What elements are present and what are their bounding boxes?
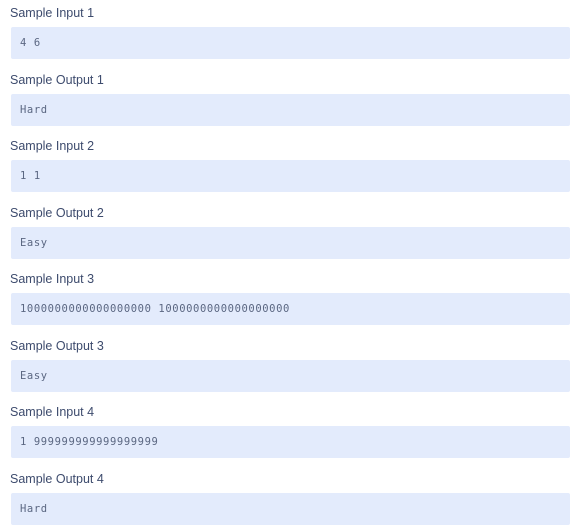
- sample-value: 1 1: [20, 170, 41, 182]
- sample-input-2: Sample Input 2 1 1: [0, 133, 570, 199]
- sample-label: Sample Output 3: [10, 339, 104, 353]
- sample-value: Hard: [20, 503, 48, 515]
- sample-value: 4 6: [20, 37, 41, 49]
- sample-code-block[interactable]: 4 6: [11, 27, 570, 59]
- sample-code-block[interactable]: Easy: [11, 227, 570, 259]
- sample-value: Easy: [20, 370, 48, 382]
- sample-output-4: Sample Output 4 Hard: [0, 466, 570, 532]
- sample-code-block[interactable]: Easy: [11, 360, 570, 392]
- sample-value: 1000000000000000000 1000000000000000000: [20, 303, 290, 315]
- sample-value: 1 999999999999999999: [20, 436, 159, 448]
- sample-code-block[interactable]: Hard: [11, 493, 570, 525]
- sample-output-3: Sample Output 3 Easy: [0, 333, 570, 399]
- sample-label: Sample Output 2: [10, 206, 104, 220]
- sample-value: Hard: [20, 104, 48, 116]
- sample-input-3: Sample Input 3 1000000000000000000 10000…: [0, 266, 570, 332]
- sample-input-1: Sample Input 1 4 6: [0, 0, 570, 66]
- sample-value: Easy: [20, 237, 48, 249]
- sample-code-block[interactable]: 1000000000000000000 1000000000000000000: [11, 293, 570, 325]
- sample-code-block[interactable]: 1 999999999999999999: [11, 426, 570, 458]
- sample-code-block[interactable]: Hard: [11, 94, 570, 126]
- sample-label: Sample Input 4: [10, 405, 95, 419]
- sample-output-2: Sample Output 2 Easy: [0, 200, 570, 266]
- sample-code-block[interactable]: 1 1: [11, 160, 570, 192]
- sample-output-1: Sample Output 1 Hard: [0, 67, 570, 133]
- sample-label: Sample Output 4: [10, 472, 104, 486]
- sample-label: Sample Input 1: [10, 6, 95, 20]
- sample-label: Sample Input 3: [10, 272, 95, 286]
- sample-label: Sample Input 2: [10, 139, 95, 153]
- sample-label: Sample Output 1: [10, 73, 104, 87]
- sample-input-4: Sample Input 4 1 999999999999999999: [0, 399, 570, 465]
